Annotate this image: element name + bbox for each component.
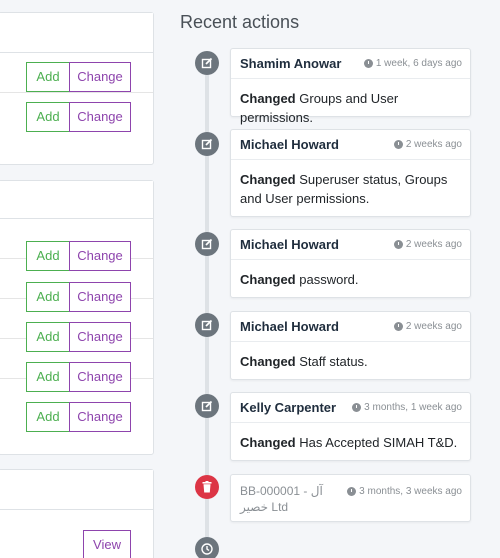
model-row: View — [0, 510, 153, 558]
edit-icon — [195, 51, 219, 75]
action-user[interactable]: Kelly Carpenter — [240, 400, 336, 415]
model-card-1: Add Change Add Change — [0, 12, 154, 165]
recent-actions-title: Recent actions — [180, 12, 300, 32]
action-card-header: Shamim Anowar 1 week, 6 days ago — [231, 49, 470, 79]
deleted-object-name: BB-000001 - آل خصير Ltd — [240, 484, 323, 514]
action-card-header: Michael Howard 2 weeks ago — [231, 230, 470, 260]
action-time: 1 week, 6 days ago — [363, 58, 462, 69]
clock-icon — [363, 59, 373, 68]
trash-icon — [195, 475, 219, 499]
action-detail: Changed Has Accepted SIMAH T&D. — [240, 435, 458, 450]
edit-icon — [195, 232, 219, 256]
clock-icon — [393, 140, 403, 149]
action-card[interactable]: Shamim Anowar 1 week, 6 days ago Changed… — [230, 48, 471, 125]
model-card-header — [0, 470, 153, 510]
add-button[interactable]: Add — [26, 402, 70, 432]
change-button[interactable]: Change — [69, 62, 131, 92]
model-row: Add Change — [0, 93, 153, 133]
clock-icon — [195, 537, 219, 558]
edit-icon — [195, 394, 219, 418]
add-button[interactable]: Add — [26, 62, 70, 92]
action-card-header: Kelly Carpenter 3 months, 1 week ago — [231, 393, 470, 423]
action-time: 2 weeks ago — [393, 139, 462, 150]
action-user[interactable]: Michael Howard — [240, 137, 339, 152]
action-card-header: Michael Howard 2 weeks ago — [231, 130, 470, 160]
model-card-header — [0, 181, 153, 219]
model-row: Add Change — [0, 379, 153, 432]
action-user[interactable]: Michael Howard — [240, 319, 339, 334]
action-card[interactable]: Michael Howard 2 weeks ago Changed passw… — [230, 229, 471, 298]
action-user[interactable]: Michael Howard — [240, 237, 339, 252]
add-button[interactable]: Add — [26, 102, 70, 132]
model-card-3: View — [0, 469, 154, 558]
clock-icon — [393, 322, 403, 331]
model-row: Add Change — [0, 219, 153, 271]
model-card-2: Add Change Add Change Add Change Add Cha… — [0, 180, 154, 455]
action-detail: Changed Staff status. — [240, 354, 368, 369]
change-button[interactable]: Change — [69, 102, 131, 132]
model-row: Add Change — [0, 339, 153, 392]
clock-icon — [352, 403, 362, 412]
action-time: 2 weeks ago — [393, 239, 462, 250]
action-time: 3 months, 1 week ago — [352, 402, 462, 413]
action-user[interactable]: Shamim Anowar — [240, 56, 341, 71]
deleted-action-card: BB-000001 - آل خصير Ltd 3 months, 3 week… — [230, 474, 471, 522]
change-button[interactable]: Change — [69, 402, 131, 432]
action-detail: Changed Groups and User permissions. — [240, 91, 399, 125]
action-card-header: Michael Howard 2 weeks ago — [231, 312, 470, 342]
action-detail: Changed password. — [240, 272, 359, 287]
edit-icon — [195, 132, 219, 156]
action-time: 2 weeks ago — [393, 321, 462, 332]
view-button[interactable]: View — [83, 530, 131, 558]
model-row: Add Change — [0, 259, 153, 312]
edit-icon — [195, 313, 219, 337]
action-time: 3 months, 3 weeks ago — [347, 486, 462, 497]
clock-icon — [393, 240, 403, 249]
model-row: Add Change — [0, 53, 153, 93]
clock-icon — [347, 487, 357, 496]
model-row: Add Change — [0, 299, 153, 352]
action-card[interactable]: Michael Howard 2 weeks ago Changed Super… — [230, 129, 471, 217]
action-detail: Changed Superuser status, Groups and Use… — [240, 172, 448, 206]
model-card-header — [0, 13, 153, 53]
action-card[interactable]: Kelly Carpenter 3 months, 1 week ago Cha… — [230, 392, 471, 461]
action-card[interactable]: Michael Howard 2 weeks ago Changed Staff… — [230, 311, 471, 380]
